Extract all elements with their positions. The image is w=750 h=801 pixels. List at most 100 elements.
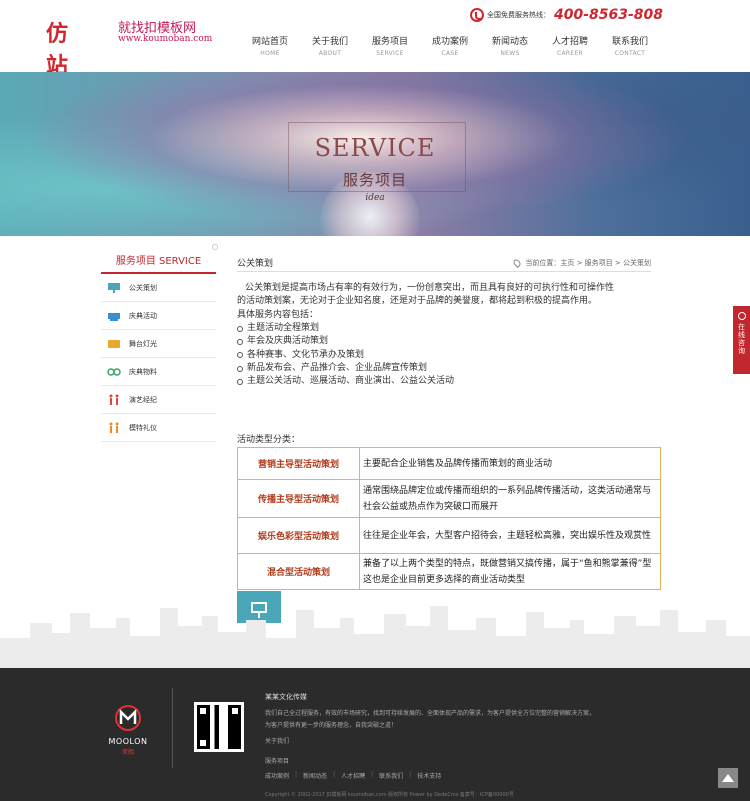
nav-sublabel: CAREER	[556, 50, 583, 57]
chat-icon	[737, 312, 746, 320]
table-row: 传播主导型活动策划 通常围绕品牌定位或传播而组织的一系列品牌传播活动，这类活动通…	[237, 479, 661, 518]
list-item-text: 主题活动全程策划	[247, 323, 320, 333]
footer-copyright: Copyright © 2002-2017 扣模板网 koumoban.com …	[265, 792, 514, 798]
sidebar-item-pr-planning[interactable]: 公关策划	[101, 274, 216, 302]
footer-company-name: 某某文化传媒	[265, 693, 307, 701]
footer-link-news[interactable]: 新闻动态	[303, 771, 327, 780]
footer-link-contact[interactable]: 联系我们	[379, 771, 403, 780]
sidebar-item-label: 公关策划	[129, 283, 157, 292]
breadcrumb: 当前位置：主页 > 服务项目 > 公关策划	[512, 258, 651, 268]
sidebar-item-celebration[interactable]: 庆典活动	[101, 302, 216, 330]
hotline-number: 400-8563-808	[554, 7, 664, 23]
presentation-icon	[107, 282, 121, 294]
online-consult-label: 在线咨询	[737, 323, 746, 355]
footer-links-title: 服务项目	[265, 758, 290, 765]
banner-title: SERVICE	[314, 134, 436, 162]
celebration-icon	[107, 310, 121, 322]
sidebar-item-materials[interactable]: 庆典物料	[101, 358, 216, 386]
nav-label: 联系我们	[611, 37, 648, 47]
moolon-logo-icon	[115, 705, 141, 731]
type-desc: 主要配合企业销售及品牌传播而策划的商业活动	[359, 447, 661, 480]
type-name: 营销主导型活动策划	[237, 447, 360, 480]
main-content: 公关策划 当前位置：主页 > 服务项目 > 公关策划 公关策划是提高市场占有率的…	[237, 256, 661, 590]
type-name: 混合型活动策划	[237, 553, 360, 590]
list-item: 各种赛事、文化节承办及策划	[237, 349, 651, 362]
banner-idea-text: idea	[365, 193, 385, 203]
footer-link-support[interactable]: 技术支持	[417, 771, 441, 780]
nav-sublabel: HOME	[260, 50, 280, 57]
materials-icon	[107, 366, 121, 378]
footer-links: 成功案例 | 新闻动态 | 人才招聘 | 联系我们 | 技术支持	[265, 771, 441, 780]
nav-sublabel: CONTACT	[614, 50, 646, 57]
type-desc: 往往是企业年会，大型客户招待会，主题轻松高雅，突出娱乐性及观赏性	[359, 517, 661, 554]
bullet-icon	[237, 365, 243, 372]
nav-item-home[interactable]: 网站首页 HOME	[240, 34, 300, 57]
nav-item-career[interactable]: 人才招聘 CAREER	[540, 34, 600, 57]
table-row: 营销主导型活动策划 主要配合企业销售及品牌传播而策划的商业活动	[237, 447, 661, 480]
list-item: 年会及庆典活动策划	[237, 335, 651, 348]
type-desc: 通常围绕品牌定位或传播而组织的一系列品牌传播活动，这类活动通常与社会公益或热点作…	[359, 479, 661, 518]
nav-item-case[interactable]: 成功案例 CASE	[420, 34, 480, 57]
list-item-text: 各种赛事、文化节承办及策划	[247, 349, 365, 360]
type-name: 传播主导型活动策划	[237, 479, 360, 518]
link-separator: |	[371, 771, 374, 778]
nav-label: 服务项目	[371, 37, 408, 47]
nav-item-service[interactable]: 服务项目 SERVICE	[360, 34, 420, 57]
nav-label: 关于我们	[311, 37, 348, 47]
service-banner: SERVICE 服务项目 idea	[0, 72, 750, 236]
city-skyline-decoration	[0, 606, 750, 668]
intro-text: 公关策划是提高市场占有率的有效行为，一份创意突出，而且具有良好的可执行性和可操作…	[237, 282, 651, 322]
type-name: 娱乐色彩型活动策划	[237, 517, 360, 554]
model-icon	[107, 422, 121, 434]
link-separator: |	[295, 771, 298, 778]
sidebar-item-label: 演艺经纪	[129, 395, 157, 404]
footer-divider	[172, 688, 173, 768]
intro-paragraph: 的活动策划案，无论对于企业知名度，还是对于品牌的美誉度，都将起到积极的提高作用。	[237, 296, 598, 307]
footer-link-case[interactable]: 成功案例	[265, 771, 289, 780]
back-to-top-button[interactable]	[718, 768, 738, 788]
hotline-label: 全国免费服务热线：	[487, 11, 550, 19]
footer-about-link[interactable]: 关于我们	[265, 736, 289, 745]
main-nav: 网站首页 HOME 关于我们 ABOUT 服务项目 SERVICE 成功案例 C…	[240, 34, 660, 57]
qr-corner	[197, 705, 209, 717]
logo-main-text: 仿站	[46, 21, 70, 79]
nav-label: 人才招聘	[551, 37, 588, 47]
footer-logo-name: MOOLON	[108, 737, 148, 746]
intro-paragraph: 公关策划是提高市场占有率的有效行为，一份创意突出，而且具有良好的可执行性和可操作…	[245, 283, 615, 293]
sidebar: 服务项目 SERVICE 公关策划 庆典活动 舞台灯光 庆典物料 演艺经纪 模特	[101, 244, 218, 442]
activity-type-label: 活动类型分类：	[237, 435, 301, 445]
banner-subtitle: 服务项目	[342, 171, 407, 189]
phone-icon	[470, 8, 484, 22]
nav-item-news[interactable]: 新闻动态 NEWS	[480, 34, 540, 57]
sidebar-item-stage-lighting[interactable]: 舞台灯光	[101, 330, 216, 358]
footer-link-career[interactable]: 人才招聘	[341, 771, 365, 780]
nav-item-about[interactable]: 关于我们 ABOUT	[300, 34, 360, 57]
breadcrumb-text: 当前位置：主页 > 服务项目 > 公关策划	[525, 259, 651, 267]
type-desc: 兼备了以上两个类型的特点，既做营销又搞传播，属于“鱼和熊掌兼得”型这也是企业目前…	[359, 553, 661, 590]
intro-paragraph: 具体服务内容包括：	[237, 309, 319, 320]
list-item: 新品发布会、产品推介会、企业品牌宣传策划	[237, 362, 651, 375]
online-consult-button[interactable]: 在线咨询	[733, 306, 750, 374]
list-item: 主题公关活动、巡展活动、商业演出、公益公关活动	[237, 375, 651, 388]
nav-item-contact[interactable]: 联系我们 CONTACT	[600, 34, 660, 57]
list-item-text: 年会及庆典活动策划	[247, 336, 329, 347]
nav-sublabel: SERVICE	[376, 50, 404, 57]
bullet-icon	[237, 338, 243, 345]
footer-logo-cn: 茉朗	[121, 749, 134, 756]
link-separator: |	[333, 771, 336, 778]
bullet-icon	[237, 352, 243, 359]
content-title: 公关策划	[237, 259, 274, 269]
qr-code-pattern	[197, 705, 241, 749]
activity-type-table: 营销主导型活动策划 主要配合企业销售及品牌传播而策划的商业活动 传播主导型活动策…	[237, 447, 661, 590]
sidebar-item-label: 庆典活动	[129, 311, 157, 320]
link-separator: |	[409, 771, 412, 778]
stage-light-icon	[107, 338, 121, 350]
qr-corner	[229, 705, 241, 717]
sidebar-item-models[interactable]: 模特礼仪	[101, 414, 216, 442]
qr-corner	[197, 737, 209, 749]
logo-url-text: www.koumoban.com	[118, 34, 213, 44]
sidebar-item-performers[interactable]: 演艺经纪	[101, 386, 216, 414]
footer-description: 我们自己全过程服务，有效的市场研究，找到可持续发展的、全面体现产品的需求，为客户…	[265, 710, 596, 729]
bullet-icon	[237, 378, 243, 385]
bullet-icon	[237, 325, 243, 332]
